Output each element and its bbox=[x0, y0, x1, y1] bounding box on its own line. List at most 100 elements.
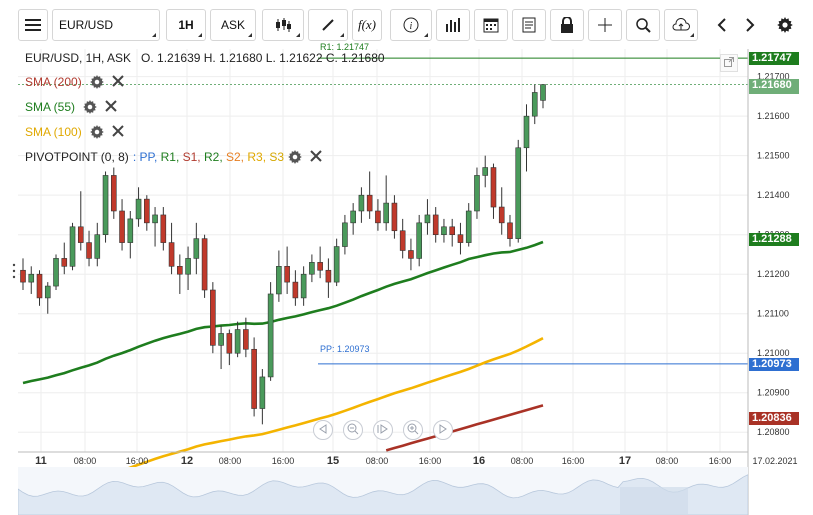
navigator-window bbox=[620, 487, 688, 515]
x-tick-label: 08:00 bbox=[656, 456, 679, 466]
candle-body bbox=[515, 147, 522, 239]
pivot-pp-line bbox=[18, 84, 748, 365]
candle bbox=[531, 84, 538, 125]
candle-body bbox=[498, 206, 505, 224]
indicator-label: PIVOTPOINT (0, 8) bbox=[25, 150, 129, 164]
candle-body bbox=[284, 266, 290, 283]
candle bbox=[193, 222, 200, 275]
x-tick-label: 16:00 bbox=[419, 456, 442, 466]
candle-body bbox=[177, 266, 183, 275]
candle-body bbox=[102, 175, 109, 235]
candle bbox=[490, 163, 497, 219]
next-button[interactable] bbox=[433, 420, 453, 440]
candle bbox=[416, 214, 422, 267]
x-tick-label: 11 bbox=[35, 455, 47, 467]
candle-body bbox=[292, 281, 299, 299]
close-icon[interactable] bbox=[111, 125, 126, 139]
close-icon[interactable] bbox=[111, 75, 126, 89]
expand-button[interactable] bbox=[720, 54, 738, 72]
indicator-sma100: SMA (100) bbox=[25, 124, 126, 140]
pivot-legend: : PP, R1, S1, R2, S2, R3, S3 bbox=[133, 150, 284, 164]
candle bbox=[498, 187, 505, 235]
expand-icon bbox=[724, 56, 734, 70]
zoom-in-icon bbox=[407, 423, 419, 438]
navigator-strip[interactable] bbox=[18, 467, 748, 515]
candle-body bbox=[44, 285, 51, 299]
candle bbox=[61, 242, 68, 275]
candle-body bbox=[152, 214, 158, 224]
zoom-out-icon bbox=[347, 423, 359, 438]
indicator-pivot: PIVOTPOINT (0, 8) : PP, R1, S1, R2, S2, … bbox=[25, 149, 324, 165]
candle-body bbox=[276, 266, 282, 295]
candle-body bbox=[482, 167, 489, 176]
zoom-out-button[interactable] bbox=[343, 420, 363, 440]
reset-button[interactable] bbox=[373, 420, 393, 440]
resize-handle[interactable] bbox=[12, 262, 16, 284]
candle bbox=[218, 325, 224, 370]
candle bbox=[325, 258, 332, 298]
candle-body bbox=[185, 258, 191, 275]
candle bbox=[375, 199, 381, 231]
zoom-in-button[interactable] bbox=[403, 420, 423, 440]
candle bbox=[350, 203, 356, 235]
x-tick-label: 12 bbox=[181, 455, 193, 467]
close-icon[interactable] bbox=[310, 150, 324, 164]
candle-body bbox=[383, 202, 389, 224]
candle bbox=[86, 230, 92, 267]
candle-body bbox=[432, 214, 439, 235]
candle bbox=[523, 104, 530, 172]
candle-body bbox=[416, 222, 422, 259]
pivot-legend-item: S2, bbox=[226, 150, 248, 164]
gear-icon[interactable] bbox=[83, 100, 97, 114]
chart-grid bbox=[18, 49, 748, 452]
y-tick-label: 1.21500 bbox=[757, 151, 790, 161]
candle bbox=[482, 155, 489, 188]
price-tag: 1.20973 bbox=[749, 357, 799, 371]
candle-body bbox=[135, 198, 142, 220]
candle bbox=[168, 222, 175, 275]
candle bbox=[441, 218, 447, 243]
candle bbox=[28, 266, 35, 294]
x-tick-label: 08:00 bbox=[511, 456, 534, 466]
x-tick-label: 16 bbox=[473, 455, 485, 467]
candle-body bbox=[110, 175, 117, 212]
pivot-legend-item: S1, bbox=[182, 150, 204, 164]
candle-body bbox=[218, 333, 224, 346]
price-tag: 1.21288 bbox=[749, 233, 799, 247]
candle bbox=[144, 195, 150, 231]
pp-label: PP: 1.20973 bbox=[320, 344, 370, 354]
candle bbox=[358, 187, 365, 223]
candle bbox=[408, 238, 414, 271]
reset-icon bbox=[377, 423, 389, 437]
candle bbox=[102, 171, 109, 243]
candle-body bbox=[77, 226, 84, 243]
candle bbox=[300, 266, 307, 306]
candle-body bbox=[86, 242, 92, 259]
candle-body bbox=[531, 92, 538, 117]
close-icon[interactable] bbox=[105, 100, 119, 114]
candle bbox=[177, 254, 183, 294]
prev-button[interactable] bbox=[313, 420, 333, 440]
gear-icon[interactable] bbox=[288, 150, 302, 164]
candle-body bbox=[251, 348, 257, 409]
candle-body bbox=[201, 238, 208, 291]
gear-icon[interactable] bbox=[89, 125, 104, 139]
candle-body bbox=[36, 273, 43, 299]
candle-body bbox=[523, 115, 530, 149]
candle bbox=[201, 234, 208, 298]
candle-body bbox=[20, 269, 26, 283]
indicator-sma55: SMA (55) bbox=[25, 99, 119, 115]
candle bbox=[160, 207, 167, 251]
candle bbox=[267, 282, 274, 381]
candle bbox=[540, 84, 546, 109]
candle-body bbox=[267, 293, 274, 378]
chart-header: EUR/USD, 1H, ASK O. 1.21639 H. 1.21680 L… bbox=[25, 50, 385, 66]
candle bbox=[77, 191, 84, 251]
candle-body bbox=[119, 210, 125, 243]
x-tick-label: 08:00 bbox=[219, 456, 242, 466]
candle-body bbox=[234, 329, 241, 354]
y-tick-label: 1.21600 bbox=[757, 111, 790, 121]
candle bbox=[53, 254, 59, 291]
candle-body bbox=[408, 250, 414, 259]
gear-icon[interactable] bbox=[89, 75, 104, 89]
